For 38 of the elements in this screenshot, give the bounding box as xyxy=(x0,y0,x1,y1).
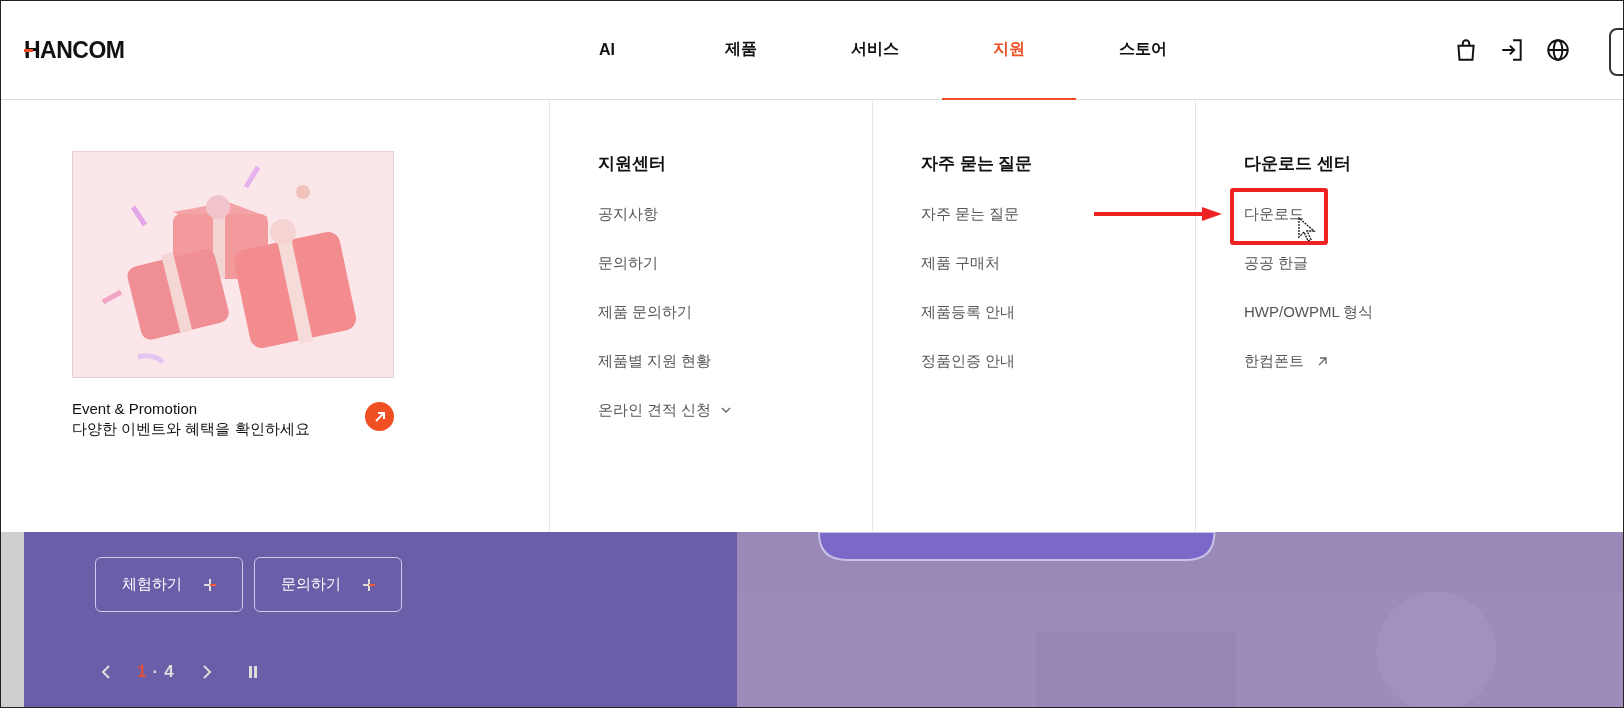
diagonal-arrow-icon xyxy=(373,410,386,423)
column-heading: 자주 묻는 질문 xyxy=(921,153,1034,175)
menu-link[interactable]: 제품 문의하기 xyxy=(598,301,693,323)
chevron-down-icon xyxy=(721,406,732,414)
menu-link[interactable]: 제품별 지원 현황 xyxy=(598,350,712,372)
menu-link[interactable]: 공공 한글 xyxy=(1244,252,1309,274)
menu-link[interactable]: 온라인 견적 신청 xyxy=(598,399,732,421)
menu-link[interactable]: 제품등록 안내 xyxy=(921,301,1016,323)
nav-tab[interactable]: 제품 xyxy=(674,1,808,100)
globe-icon[interactable] xyxy=(1545,37,1571,63)
promo-subtitle: 다양한 이벤트와 혜택을 확인하세요 xyxy=(72,420,310,439)
menu-link[interactable]: 다운로드 xyxy=(1244,203,1304,225)
nav-tab[interactable]: 서비스 xyxy=(808,1,942,100)
nav-tab[interactable]: AI xyxy=(540,1,674,100)
slide-total: 4 xyxy=(164,662,174,682)
menu-link[interactable]: HWP/OWPML 형식 xyxy=(1244,301,1374,323)
outline-button[interactable]: 체험하기 xyxy=(95,557,243,612)
menu-link[interactable]: 문의하기 xyxy=(598,252,658,274)
menu-link[interactable]: 정품인증 안내 xyxy=(921,350,1016,372)
column-heading: 지원센터 xyxy=(598,153,667,175)
previous-icon[interactable] xyxy=(101,664,111,680)
current-slide: 1 xyxy=(137,662,147,682)
login-icon[interactable] xyxy=(1499,37,1525,63)
nav-tab[interactable]: 스토어 xyxy=(1076,1,1210,100)
menu-link[interactable]: 제품 구매처 xyxy=(921,252,1001,274)
outline-button[interactable]: 문의하기 xyxy=(254,557,402,612)
plus-icon xyxy=(204,578,216,591)
plus-icon xyxy=(363,578,375,591)
menu-link[interactable]: 한컴폰트 xyxy=(1244,350,1328,372)
promo-title: Event & Promotion xyxy=(72,400,199,417)
logo[interactable]: HANCOM xyxy=(24,36,125,64)
pause-icon[interactable] xyxy=(247,666,258,678)
column-heading: 다운로드 센터 xyxy=(1244,153,1352,175)
next-icon[interactable] xyxy=(201,664,212,680)
arrow-link-button[interactable] xyxy=(365,402,394,431)
menu-link[interactable]: 자주 묻는 질문 xyxy=(921,203,1020,225)
menu-link[interactable]: 공지사항 xyxy=(598,203,658,225)
pager-separator: · xyxy=(152,662,159,682)
